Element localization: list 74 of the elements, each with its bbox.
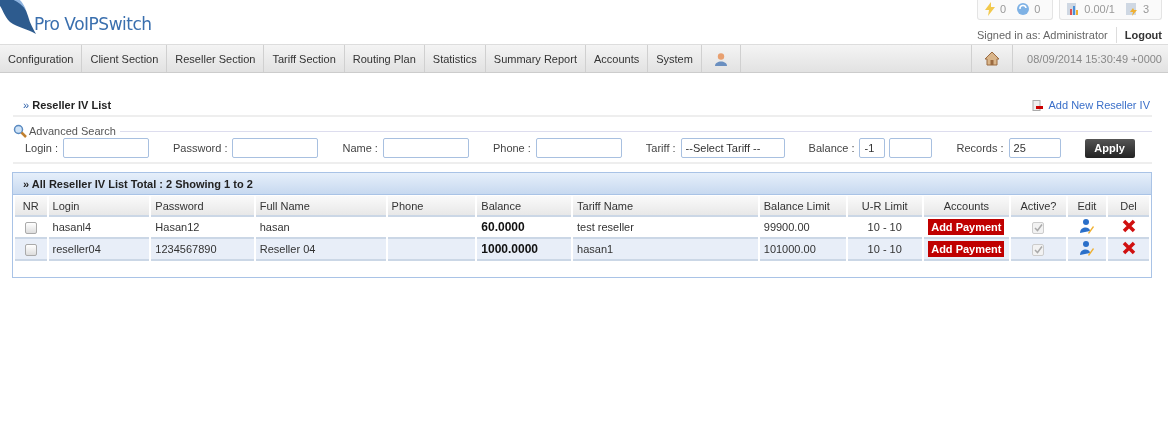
- tariff-select[interactable]: --Select Tariff --: [680, 138, 785, 158]
- column-header: NR: [15, 196, 47, 217]
- menu-item[interactable]: Tariff Section: [264, 45, 345, 72]
- bolt-icon[interactable]: [984, 2, 997, 16]
- field-label: Login :: [25, 142, 59, 154]
- stat-value: 0.00/1: [1084, 3, 1115, 15]
- menu-item[interactable]: Reseller Section: [167, 45, 265, 72]
- sync-icon[interactable]: [1016, 2, 1031, 16]
- row-checkbox[interactable]: [24, 243, 37, 256]
- field-label: Balance :: [808, 142, 855, 154]
- row-checkbox[interactable]: [24, 221, 37, 234]
- menu-item[interactable]: Accounts: [585, 45, 649, 72]
- column-header: U-R Limit: [847, 196, 922, 217]
- menu-item[interactable]: Statistics: [424, 45, 486, 72]
- column-header: Login: [48, 196, 150, 217]
- edit-user-icon[interactable]: [1079, 218, 1094, 234]
- bar-chart-icon[interactable]: [1066, 2, 1081, 16]
- menu-item[interactable]: System: [648, 45, 702, 72]
- input-field[interactable]: -1: [859, 138, 886, 158]
- table-cell: 1234567890: [151, 239, 254, 261]
- field-label: Name :: [342, 142, 378, 154]
- field-label: Phone :: [492, 142, 531, 154]
- column-header: Tariff Name: [573, 196, 758, 217]
- user-icon[interactable]: [713, 51, 728, 66]
- field-label: Password :: [173, 142, 228, 154]
- document-icon: [1031, 99, 1043, 111]
- column-header: Accounts: [923, 196, 1010, 217]
- column-header: Balance Limit: [759, 196, 846, 217]
- stat-value: 0: [1034, 3, 1041, 15]
- input-field[interactable]: [382, 138, 469, 158]
- add-payment-button[interactable]: Add Payment: [928, 241, 1005, 257]
- table-cell: 10 - 10: [847, 239, 922, 261]
- menu-item[interactable]: Routing Plan: [344, 45, 425, 72]
- signed-in-text: Signed in as: Administrator: [976, 29, 1108, 41]
- table-cell: 1000.0000: [477, 239, 572, 261]
- stat-value: 3: [1142, 3, 1149, 15]
- apply-button[interactable]: Apply: [1084, 138, 1135, 158]
- column-header: Full Name: [255, 196, 386, 217]
- date-time: 08/09/2014 15:30:49 +0000: [1026, 51, 1163, 67]
- field-label: Records :: [956, 142, 1004, 154]
- search-icon: [13, 124, 27, 138]
- home-icon[interactable]: [984, 51, 1001, 66]
- delete-icon[interactable]: [1121, 219, 1136, 233]
- add-reseller-link[interactable]: Add New Reseller IV: [1031, 99, 1150, 111]
- menu-item[interactable]: Summary Report: [485, 45, 586, 72]
- input-field[interactable]: [232, 138, 319, 158]
- table-cell: 101000.00: [759, 239, 846, 261]
- table-cell: hasan1: [573, 239, 758, 261]
- advanced-search-legend: Advanced Search: [29, 125, 116, 137]
- column-header: Balance: [477, 196, 572, 217]
- add-payment-button[interactable]: Add Payment: [928, 219, 1005, 235]
- delete-icon[interactable]: [1121, 241, 1136, 255]
- column-header: Del: [1108, 196, 1149, 217]
- column-header: Active?: [1011, 196, 1066, 217]
- table-cell: reseller04: [48, 239, 150, 261]
- logo-icon: [0, 0, 36, 34]
- column-header: Edit: [1067, 196, 1107, 217]
- menu-item[interactable]: Client Section: [82, 45, 168, 72]
- field-label: Tariff :: [645, 142, 676, 154]
- document-icon[interactable]: [1124, 2, 1139, 16]
- column-header: Password: [151, 196, 254, 217]
- edit-user-icon[interactable]: [1079, 240, 1094, 256]
- input-field[interactable]: [535, 138, 622, 158]
- logout-link[interactable]: Logout: [1124, 29, 1162, 41]
- table-cell: Reseller 04: [255, 239, 386, 261]
- page-title: » Reseller IV List: [23, 99, 112, 111]
- table-title: » All Reseller IV List Total : 2 Showing 1 to 2: [23, 177, 253, 190]
- menu-item[interactable]: Configuration: [0, 45, 83, 72]
- logo-text: Pro VoIPSwitch: [34, 14, 152, 34]
- input-field[interactable]: [63, 138, 150, 158]
- input-field[interactable]: 25: [1008, 138, 1061, 158]
- stat-value: 0: [1000, 3, 1007, 15]
- input-field[interactable]: [889, 138, 933, 158]
- column-header: Phone: [387, 196, 476, 217]
